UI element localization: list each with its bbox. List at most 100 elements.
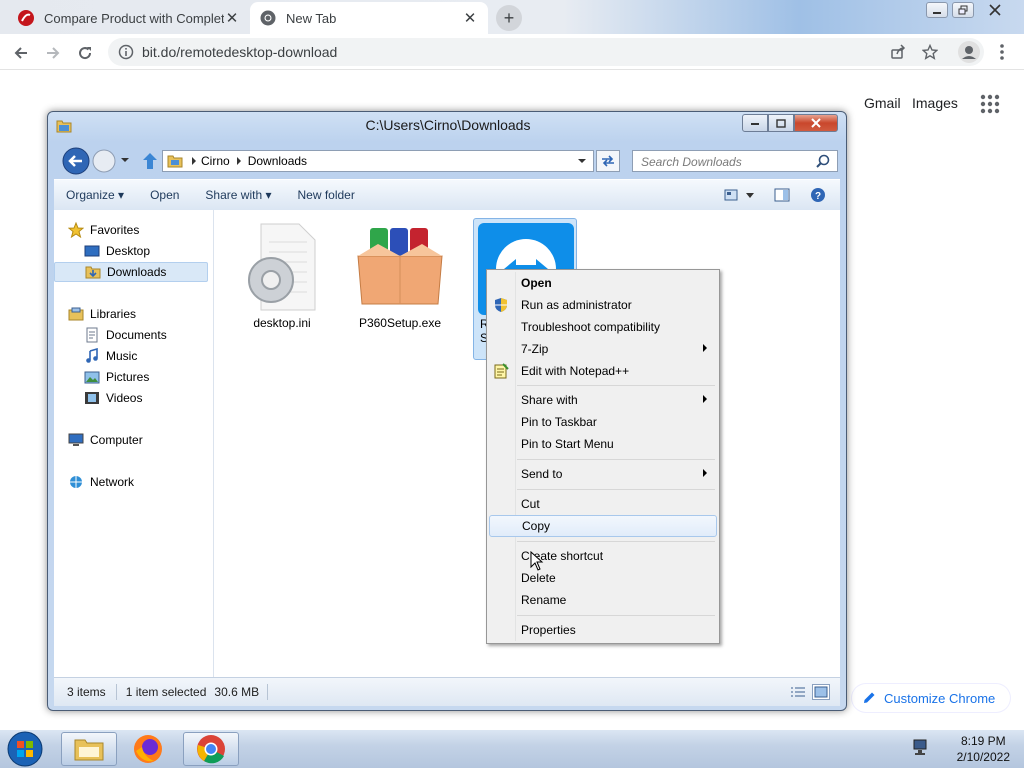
explorer-address-bar[interactable]: Cirno Downloads bbox=[162, 150, 594, 172]
menu-item-open[interactable]: Open bbox=[489, 272, 717, 294]
file-item-desktop-ini[interactable]: desktop.ini bbox=[232, 222, 332, 330]
taskbar-firefox[interactable] bbox=[132, 733, 164, 765]
pictures-icon bbox=[84, 369, 100, 385]
menu-item-delete[interactable]: Delete bbox=[489, 567, 717, 589]
mouse-cursor-icon bbox=[530, 551, 544, 571]
system-clock[interactable]: 8:19 PM 2/10/2022 bbox=[957, 733, 1010, 765]
explorer-minimize-button[interactable] bbox=[742, 114, 768, 132]
menu-item-run-as-admin[interactable]: Run as administrator bbox=[489, 294, 717, 316]
menu-item-cut[interactable]: Cut bbox=[489, 493, 717, 515]
close-window-button[interactable] bbox=[984, 2, 1006, 18]
start-button[interactable] bbox=[6, 731, 44, 767]
share-icon[interactable] bbox=[890, 44, 906, 60]
menu-item-troubleshoot[interactable]: Troubleshoot compatibility bbox=[489, 316, 717, 338]
bookmark-star-icon[interactable] bbox=[922, 44, 938, 60]
nav-network[interactable]: Network bbox=[54, 472, 212, 492]
nav-downloads[interactable]: Downloads bbox=[54, 262, 208, 282]
google-apps-icon[interactable] bbox=[980, 94, 1000, 114]
explorer-close-button[interactable] bbox=[794, 114, 838, 132]
network-tray-icon[interactable] bbox=[912, 738, 932, 758]
forward-arrow-icon[interactable] bbox=[42, 42, 64, 64]
nav-desktop[interactable]: Desktop bbox=[54, 241, 212, 261]
menu-item-notepadpp[interactable]: Edit with Notepad++ bbox=[489, 360, 717, 382]
open-command-button[interactable]: Open bbox=[150, 188, 179, 202]
breadcrumb-arrow-icon[interactable] bbox=[191, 157, 197, 165]
menu-item-create-shortcut[interactable]: Create shortcut bbox=[489, 545, 717, 567]
gmail-link[interactable]: Gmail bbox=[864, 95, 901, 111]
file-item-p360setup[interactable]: P360Setup.exe bbox=[350, 222, 450, 330]
browser-menu-icon[interactable] bbox=[996, 43, 1008, 61]
restore-window-button[interactable] bbox=[952, 2, 974, 18]
browser-tab-newtab[interactable]: New Tab ✕ bbox=[250, 2, 488, 34]
up-folder-icon[interactable] bbox=[142, 152, 158, 170]
site-favicon-icon bbox=[18, 10, 34, 26]
change-view-icon[interactable] bbox=[724, 189, 740, 201]
new-folder-button[interactable]: New folder bbox=[297, 188, 354, 202]
taskbar-explorer[interactable] bbox=[61, 732, 117, 766]
search-icon[interactable] bbox=[816, 154, 830, 168]
explorer-title: C:\Users\Cirno\Downloads bbox=[365, 117, 531, 133]
view-dropdown-icon[interactable] bbox=[746, 192, 754, 198]
nav-computer[interactable]: Computer bbox=[54, 430, 212, 450]
preview-pane-icon[interactable] bbox=[774, 188, 790, 202]
nav-videos[interactable]: Videos bbox=[54, 388, 212, 408]
nav-documents[interactable]: Documents bbox=[54, 325, 212, 345]
explorer-maximize-button[interactable] bbox=[768, 114, 794, 132]
browser-tab-compare[interactable]: Compare Product with Complete ✕ bbox=[8, 2, 250, 34]
close-tab-icon[interactable]: ✕ bbox=[462, 10, 478, 27]
clock-date: 2/10/2022 bbox=[956, 750, 1010, 764]
help-icon[interactable]: ? bbox=[810, 187, 826, 203]
selection-size: 30.6 MB bbox=[214, 685, 260, 699]
explorer-forward-button[interactable] bbox=[92, 149, 118, 173]
menu-item-pin-start[interactable]: Pin to Start Menu bbox=[489, 433, 717, 455]
menu-item-send-to[interactable]: Send to bbox=[489, 463, 717, 485]
nav-favorites[interactable]: Favorites bbox=[54, 220, 212, 240]
menu-item-rename[interactable]: Rename bbox=[489, 589, 717, 611]
close-tab-icon[interactable]: ✕ bbox=[224, 10, 240, 27]
item-count: 3 items bbox=[67, 685, 106, 699]
navigation-pane: Favorites Desktop Downloads Libraries Do… bbox=[54, 210, 214, 677]
minimize-window-button[interactable] bbox=[926, 2, 948, 18]
breadcrumb-downloads[interactable]: Downloads bbox=[248, 154, 307, 168]
downloads-folder-icon bbox=[85, 264, 101, 280]
menu-item-7zip[interactable]: 7-Zip bbox=[489, 338, 717, 360]
folder-small-icon bbox=[167, 154, 183, 168]
large-icons-view-icon[interactable] bbox=[812, 684, 830, 700]
new-tab-button[interactable]: + bbox=[496, 5, 522, 31]
explorer-search-input[interactable]: Search Downloads bbox=[632, 150, 838, 172]
share-with-button[interactable]: Share with ▾ bbox=[205, 188, 271, 202]
reload-icon[interactable] bbox=[74, 42, 96, 64]
computer-icon bbox=[68, 432, 84, 448]
profile-avatar-icon[interactable] bbox=[958, 41, 980, 63]
nav-pictures[interactable]: Pictures bbox=[54, 367, 212, 387]
explorer-status-bar: 3 items 1 item selected 30.6 MB bbox=[54, 677, 840, 706]
images-link[interactable]: Images bbox=[912, 95, 958, 111]
url-text[interactable]: bit.do/remotedesktop-download bbox=[142, 44, 337, 60]
nav-music[interactable]: Music bbox=[54, 346, 212, 366]
address-bar[interactable]: bit.do/remotedesktop-download bbox=[108, 38, 984, 66]
submenu-arrow-icon bbox=[703, 469, 707, 477]
menu-item-share-with[interactable]: Share with bbox=[489, 389, 717, 411]
breadcrumb-cirno[interactable]: Cirno bbox=[201, 154, 230, 168]
breadcrumb-arrow-icon[interactable] bbox=[236, 157, 242, 165]
browser-tab-strip: Compare Product with Complete ✕ New Tab … bbox=[0, 0, 1024, 34]
details-view-icon[interactable] bbox=[790, 686, 806, 698]
back-arrow-icon[interactable] bbox=[10, 42, 32, 64]
music-note-icon bbox=[84, 348, 100, 364]
refresh-icon[interactable] bbox=[596, 150, 620, 172]
recent-pages-chevron-icon[interactable] bbox=[120, 156, 130, 164]
selection-count: 1 item selected bbox=[125, 685, 207, 699]
customize-chrome-label: Customize Chrome bbox=[884, 690, 996, 706]
menu-item-properties[interactable]: Properties bbox=[489, 619, 717, 641]
taskbar-chrome[interactable] bbox=[183, 732, 239, 766]
site-info-icon[interactable] bbox=[118, 44, 134, 60]
customize-chrome-button[interactable]: Customize Chrome bbox=[852, 684, 1010, 712]
folder-icon bbox=[74, 737, 104, 761]
address-dropdown-icon[interactable] bbox=[577, 158, 587, 164]
notepad-plus-icon bbox=[493, 363, 509, 379]
organize-button[interactable]: Organize ▾ bbox=[66, 188, 124, 202]
nav-libraries[interactable]: Libraries bbox=[54, 304, 212, 324]
explorer-back-button[interactable] bbox=[62, 147, 90, 175]
menu-item-copy[interactable]: Copy bbox=[489, 515, 717, 537]
menu-item-pin-taskbar[interactable]: Pin to Taskbar bbox=[489, 411, 717, 433]
